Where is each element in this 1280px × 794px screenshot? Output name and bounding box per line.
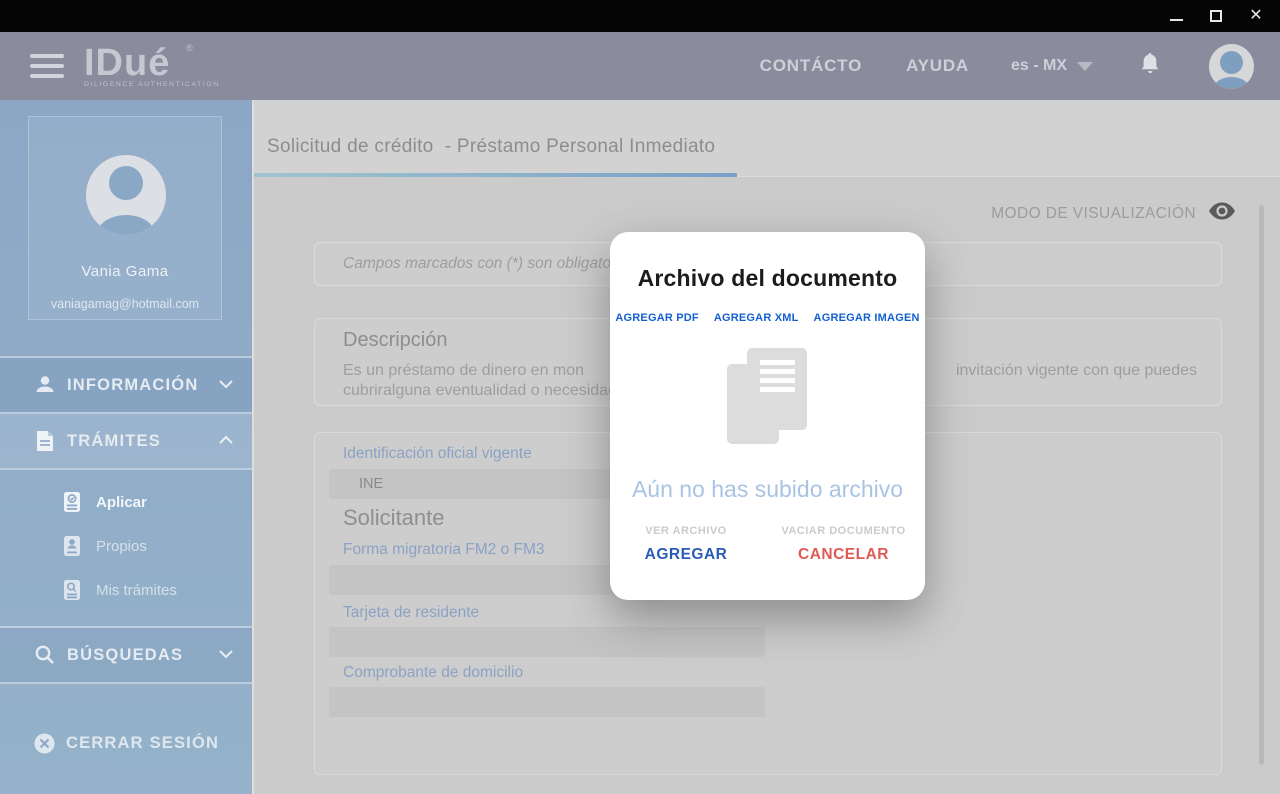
description-text-right: invitación vigente con que puedes [956, 362, 1197, 380]
avatar-head-shape [109, 166, 143, 200]
close-icon[interactable]: ✕ [1246, 6, 1266, 26]
tramites-submenu: Aplicar Propios [0, 470, 252, 626]
applicant-section-heading: Solicitante [343, 505, 445, 531]
logout-button[interactable]: CERRAR SESIÓN [0, 716, 252, 770]
brand-logo: IDué ® DILIGENCE AUTHENTICATION [84, 45, 220, 88]
view-mode-toggle[interactable]: MODO DE VISUALIZACIÓN [991, 202, 1236, 225]
sidebar-item-label: INFORMACIÓN [67, 376, 198, 395]
modal-title: Archivo del documento [638, 265, 898, 292]
id-card-icon [62, 535, 82, 557]
nav-help[interactable]: AYUDA [906, 56, 969, 76]
sidebar-item-tramites[interactable]: TRÁMITES [0, 414, 252, 468]
document-icon [33, 430, 57, 452]
page-title: Solicitud de crédito - Préstamo Personal… [267, 136, 715, 158]
app-header: IDué ® DILIGENCE AUTHENTICATION CONTÁCTO… [0, 32, 1280, 100]
sidebar-item-busquedas[interactable]: BÚSQUEDAS [0, 628, 252, 682]
badge-check-icon [62, 491, 82, 513]
sidebar-item-label: Propios [96, 538, 147, 555]
comprobante-field-label: Comprobante de domicilio [343, 664, 523, 682]
document-search-icon [62, 579, 82, 601]
tarjeta-field-label: Tarjeta de residente [343, 604, 479, 622]
brand-name: IDué [84, 45, 220, 81]
hamburger-menu-icon[interactable] [30, 54, 64, 78]
sidebar: Vania Gama vaniagamag@hotmail.com INFORM… [0, 100, 252, 794]
chevron-down-icon [1077, 62, 1093, 71]
sidebar-item-informacion[interactable]: INFORMACIÓN [0, 358, 252, 412]
add-button[interactable]: AGREGAR [610, 546, 762, 564]
profile-name: Vania Gama [29, 263, 221, 280]
nav-contact[interactable]: CONTÁCTO [760, 56, 862, 76]
comprobante-field-input[interactable] [329, 687, 765, 717]
logout-label: CERRAR SESIÓN [66, 734, 219, 753]
chevron-up-icon [218, 432, 234, 450]
document-file-modal: Archivo del documento AGREGAR PDF AGREGA… [610, 232, 925, 600]
window-titlebar: ✕ [0, 0, 1280, 32]
profile-email: vaniagamag@hotmail.com [29, 297, 221, 311]
chevron-down-icon [218, 376, 234, 394]
empty-file-message: Aún no has subido archivo [632, 476, 903, 503]
sidebar-item-mis-tramites[interactable]: Mis trámites [0, 568, 252, 612]
document-pages-icon [725, 348, 811, 448]
vertical-scrollbar[interactable] [1259, 205, 1264, 765]
sidebar-nav: INFORMACIÓN TRÁMITES [0, 356, 252, 684]
view-mode-label: MODO DE VISUALIZACIÓN [991, 205, 1196, 223]
registered-mark: ® [186, 43, 193, 53]
description-text-left: Es un préstamo de dinero en mon [343, 362, 584, 380]
eye-icon [1208, 202, 1236, 225]
tarjeta-field-input[interactable] [329, 627, 765, 657]
id-field-label: Identificación oficial vigente [343, 445, 532, 463]
page-title-row: Solicitud de crédito - Préstamo Personal… [254, 100, 1280, 177]
profile-card: Vania Gama vaniagamag@hotmail.com [28, 116, 222, 320]
sidebar-item-propios[interactable]: Propios [0, 524, 252, 568]
search-icon [33, 644, 57, 666]
add-xml-link[interactable]: AGREGAR XML [714, 312, 799, 324]
app-window: ✕ IDué ® DILIGENCE AUTHENTICATION CONTÁC… [0, 0, 1280, 794]
sidebar-item-label: Mis trámites [96, 582, 177, 599]
chevron-down-icon [218, 646, 234, 664]
person-icon [33, 374, 57, 396]
brand-tagline: DILIGENCE AUTHENTICATION [84, 81, 220, 88]
cancel-button[interactable]: CANCELAR [762, 546, 925, 564]
fm-field-label: Forma migratoria FM2 o FM3 [343, 541, 545, 559]
profile-avatar [86, 155, 166, 235]
add-image-link[interactable]: AGREGAR IMAGEN [814, 312, 920, 324]
title-underline [254, 173, 737, 177]
language-selector[interactable]: es - MX [1011, 57, 1093, 75]
minimize-icon[interactable] [1166, 6, 1186, 26]
notice-text: Campos marcados con (*) son obligatorios [343, 255, 636, 273]
avatar-torso-shape [98, 215, 154, 235]
sidebar-item-aplicar[interactable]: Aplicar [0, 480, 252, 524]
sidebar-item-label: BÚSQUEDAS [67, 646, 183, 665]
avatar-head-shape [1220, 51, 1243, 74]
maximize-icon[interactable] [1206, 6, 1226, 26]
clear-document-button[interactable]: VACIAR DOCUMENTO [762, 525, 925, 537]
x-circle-icon [32, 732, 56, 755]
add-pdf-link[interactable]: AGREGAR PDF [615, 312, 698, 324]
user-avatar[interactable] [1209, 44, 1254, 89]
sidebar-item-label: Aplicar [96, 494, 147, 511]
view-file-button[interactable]: VER ARCHIVO [610, 525, 762, 537]
notification-bell-icon[interactable] [1139, 52, 1161, 81]
sidebar-item-label: TRÁMITES [67, 432, 161, 451]
avatar-torso-shape [1214, 77, 1249, 89]
language-value: es - MX [1011, 57, 1067, 75]
